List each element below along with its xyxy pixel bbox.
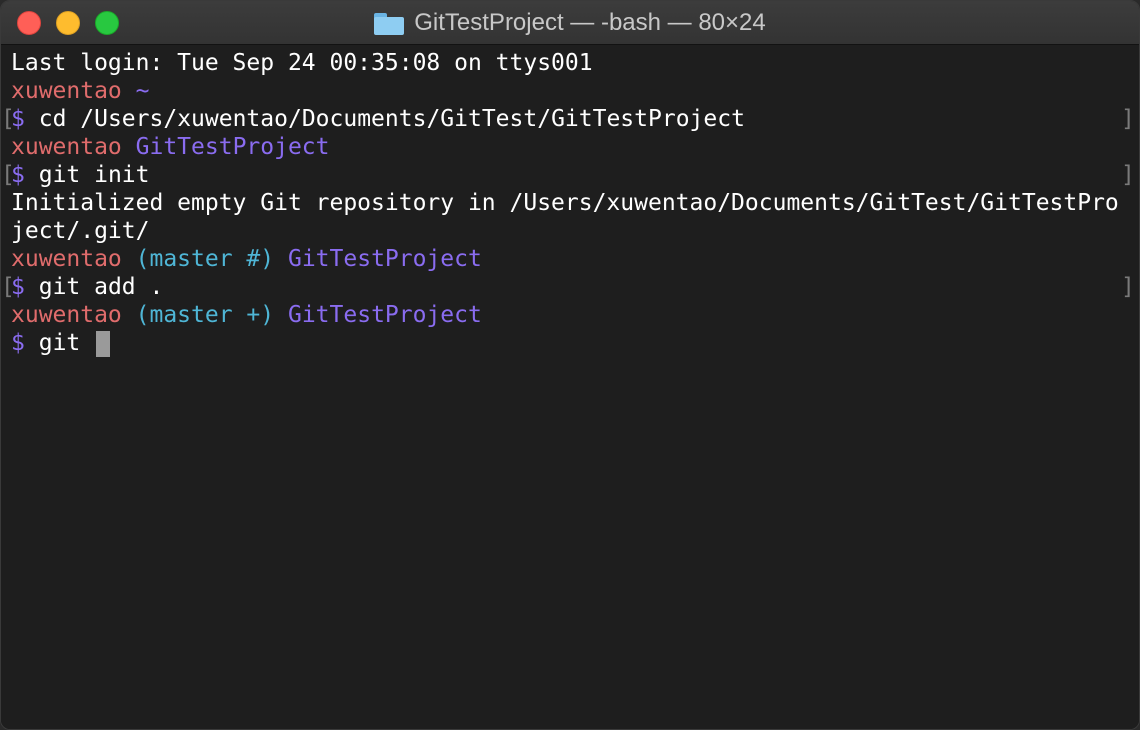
command-line: $ git add . [11,273,163,301]
prompt-user: xuwentao [11,134,122,160]
folder-icon [374,13,405,35]
prompt-branch: (master #) [135,246,275,272]
output-line: ject/.git/ [11,218,150,244]
prompt-dollar: $ [11,162,25,188]
terminal-content[interactable]: Last login: Tue Sep 24 00:35:08 on ttys0… [1,45,1139,729]
command-input-text[interactable]: git [39,330,81,356]
terminal-window: GitTestProject — -bash — 80×24 Last logi… [0,0,1140,730]
command-line: $ git init [11,161,150,189]
command-text: git add . [38,274,164,300]
prompt-line: xuwentao (master #) GitTestProject [11,245,482,273]
line-marker-right: ] [1121,162,1135,188]
prompt-path: GitTestProject [135,134,330,160]
line-marker-right: ] [1121,106,1135,132]
prompt-user: xuwentao [11,78,122,104]
prompt-path: ~ [135,78,150,104]
prompt-dollar: $ [11,106,25,132]
prompt-dollar: $ [11,274,25,300]
prompt-line: xuwentao ~ [11,77,150,105]
last-login-line: Last login: Tue Sep 24 00:35:08 on ttys0… [11,50,593,76]
prompt-user: xuwentao [11,246,122,272]
active-command-line[interactable]: $ git [11,329,111,357]
prompt-line: xuwentao GitTestProject [11,133,330,161]
line-marker-right: ] [1121,274,1135,300]
text-cursor [96,330,111,357]
command-line: $ cd /Users/xuwentao/Documents/GitTest/G… [11,105,745,133]
prompt-path: GitTestProject [287,246,482,272]
prompt-line: xuwentao (master +) GitTestProject [11,301,482,329]
prompt-branch: (master +) [135,302,275,328]
prompt-user: xuwentao [11,302,122,328]
prompt-dollar: $ [11,330,25,356]
window-title: GitTestProject — -bash — 80×24 [414,9,766,36]
window-title-container: GitTestProject — -bash — 80×24 [1,1,1139,45]
prompt-path: GitTestProject [287,302,482,328]
command-text: cd /Users/xuwentao/Documents/GitTest/Git… [38,106,745,132]
title-bar[interactable]: GitTestProject — -bash — 80×24 [1,1,1139,45]
command-text: git init [38,162,150,188]
output-line: Initialized empty Git repository in /Use… [11,190,1119,216]
